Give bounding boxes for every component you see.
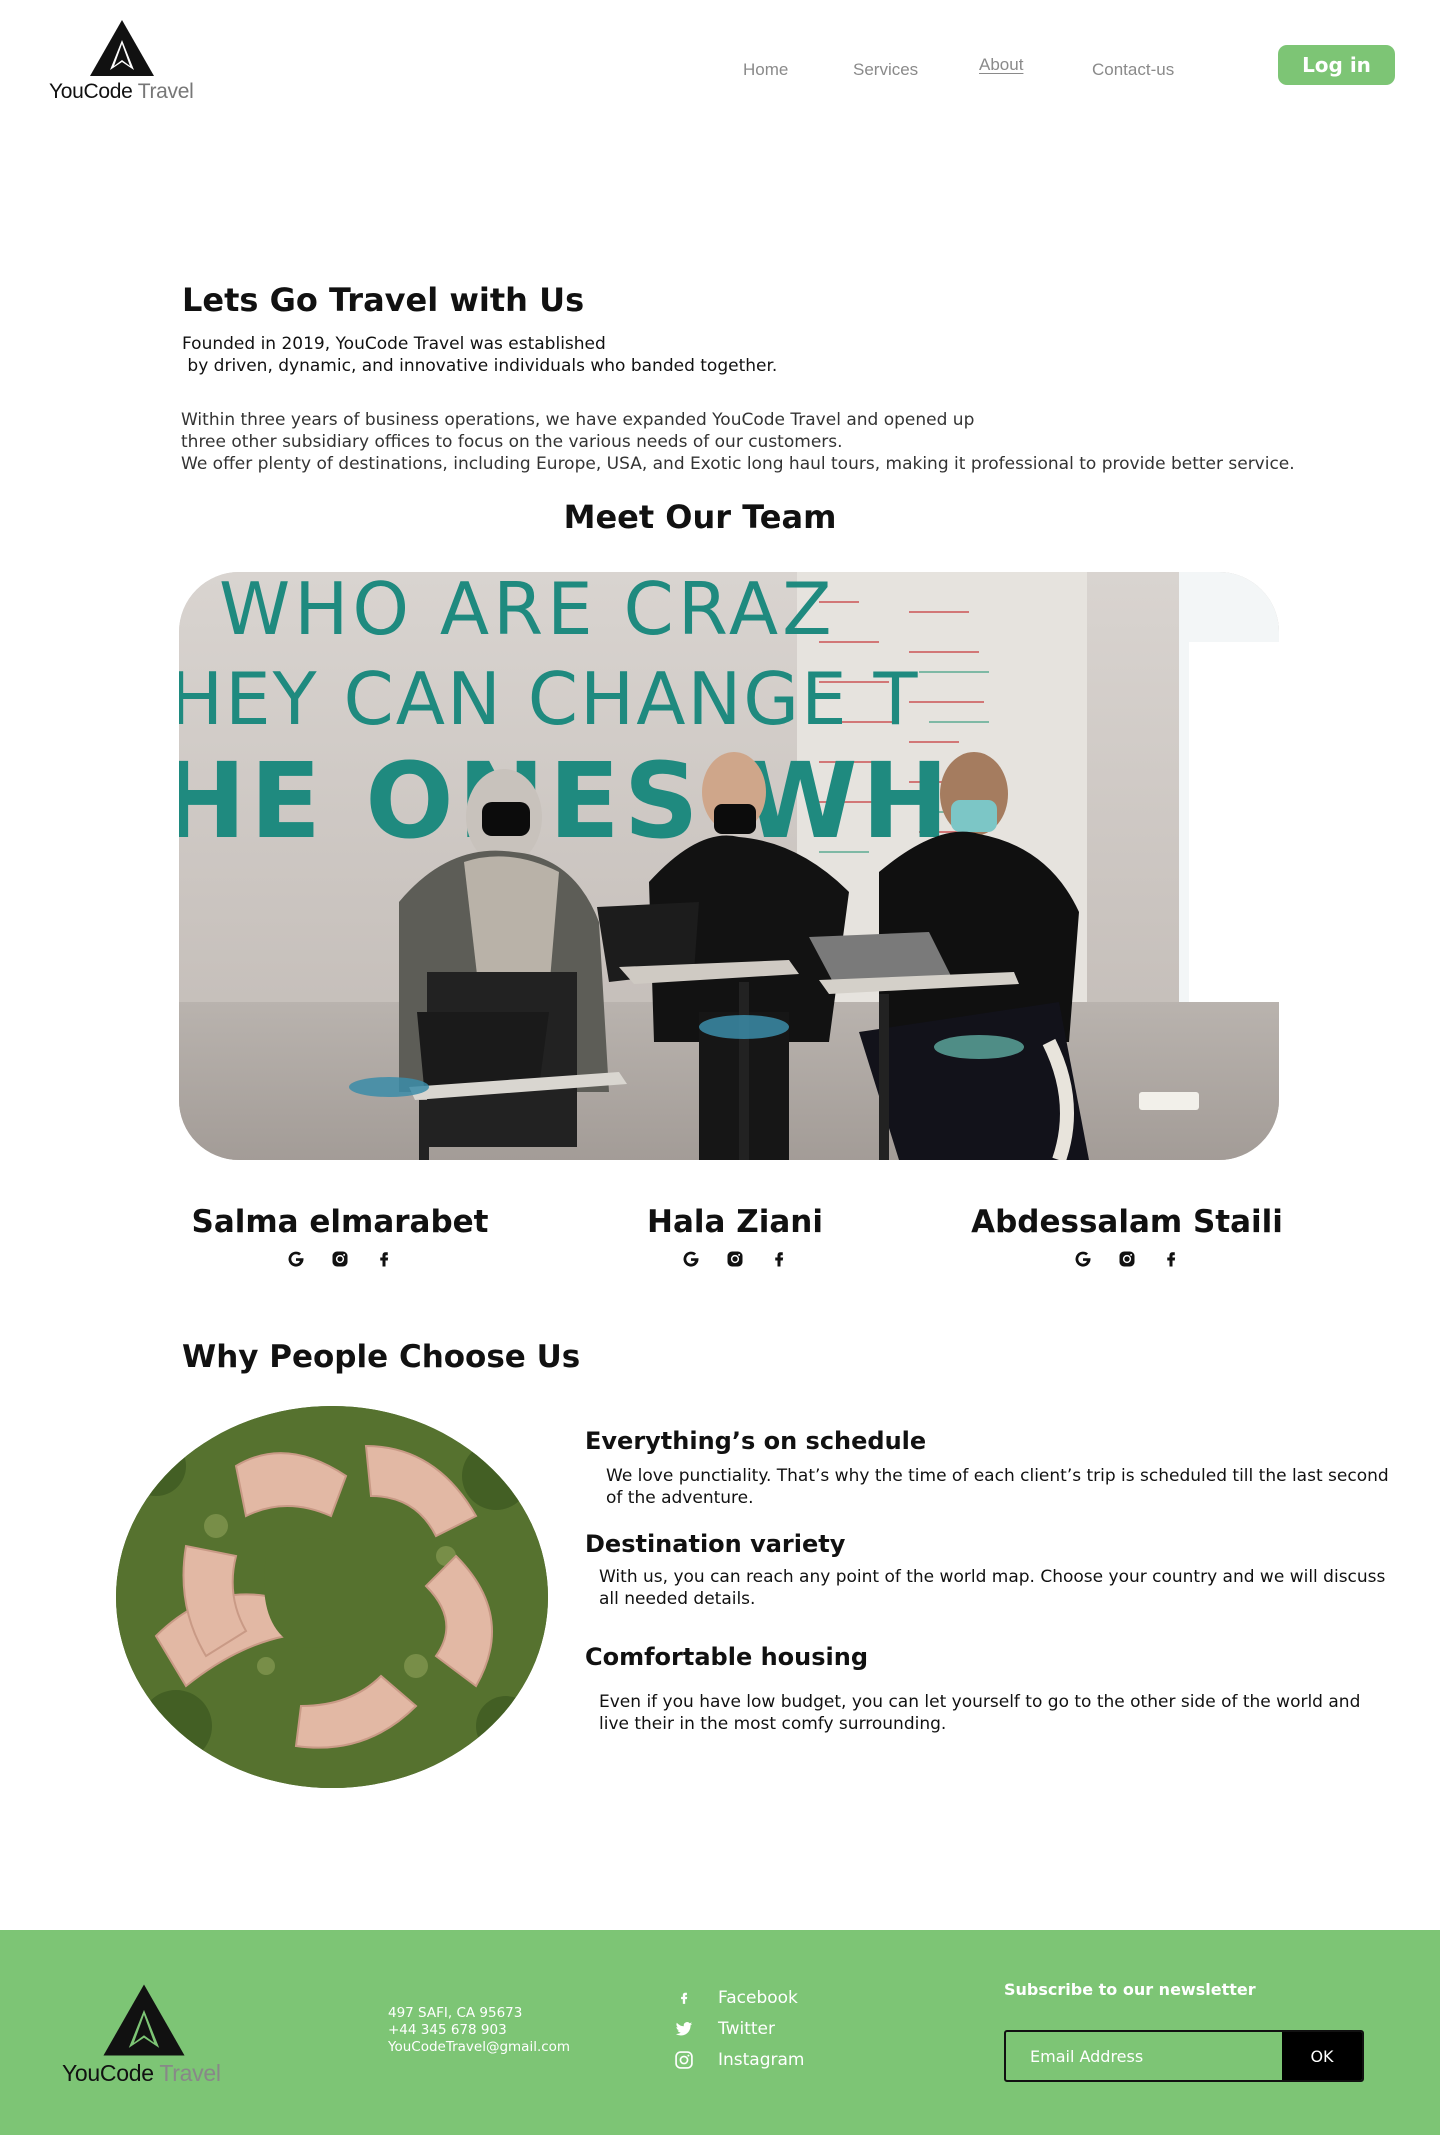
feature-title: Destination variety: [585, 1530, 846, 1558]
instagram-icon[interactable]: [724, 1248, 746, 1270]
footer-email[interactable]: YouCodeTravel@gmail.com: [388, 2039, 570, 2056]
instagram-icon[interactable]: [329, 1248, 351, 1270]
plane-logo-icon: [103, 1984, 185, 2056]
facebook-icon[interactable]: [373, 1248, 395, 1270]
member-socials: [962, 1248, 1292, 1270]
logo-text-primary: YouCode: [62, 2060, 154, 2086]
logo-text-secondary: Travel: [137, 80, 194, 103]
member-name: Abdessalam Staili: [971, 1204, 1283, 1240]
feature-text: We love punctiality. That’s why the time…: [606, 1466, 1389, 1508]
footer-twitter-label: Twitter: [718, 2018, 775, 2039]
facebook-icon[interactable]: [768, 1248, 790, 1270]
hands-circle-image: [116, 1406, 548, 1788]
logo-text-primary: YouCode: [49, 80, 133, 103]
google-icon[interactable]: [285, 1248, 307, 1270]
feature-title: Everything’s on schedule: [585, 1427, 927, 1455]
newsletter-email-input[interactable]: [1006, 2032, 1282, 2080]
instagram-icon[interactable]: [1116, 1248, 1138, 1270]
member-name: Salma elmarabet: [191, 1204, 489, 1240]
footer-twitter-link[interactable]: Twitter: [673, 2013, 805, 2044]
facebook-icon[interactable]: [1160, 1248, 1182, 1270]
wall-text-line-2: HEY CAN CHANGE T: [179, 657, 919, 741]
google-icon[interactable]: [680, 1248, 702, 1270]
nav-home[interactable]: Home: [743, 60, 788, 80]
wall-text-line-3: HE ONES WH: [179, 740, 953, 862]
nav-services[interactable]: Services: [853, 60, 918, 80]
footer-facebook-link[interactable]: Facebook: [673, 1982, 805, 2013]
founded-paragraph: Founded in 2019, YouCode Travel was esta…: [182, 334, 778, 376]
footer-facebook-label: Facebook: [718, 1987, 798, 2008]
why-title: Why People Choose Us: [182, 1339, 581, 1375]
team-member-card: Abdessalam Staili: [962, 1204, 1292, 1270]
feature-text: With us, you can reach any point of the …: [599, 1567, 1386, 1609]
team-title: Meet Our Team: [563, 498, 837, 536]
newsletter-submit-button[interactable]: OK: [1282, 2032, 1362, 2080]
instagram-icon: [673, 2050, 695, 2070]
team-photo: WHO ARE CRAZ HEY CAN CHANGE T HE ONES WH: [179, 572, 1279, 1160]
newsletter-form: OK: [1004, 2030, 1364, 2082]
footer-contact: 497 SAFI, CA 95673 +44 345 678 903 YouCo…: [388, 2005, 570, 2056]
footer-instagram-label: Instagram: [718, 2049, 805, 2070]
newsletter-title: Subscribe to our newsletter: [1004, 1980, 1256, 1999]
feature-title: Comfortable housing: [585, 1643, 869, 1671]
expansion-paragraph: Within three years of business operation…: [181, 410, 1295, 474]
plane-logo-icon: [90, 20, 154, 76]
login-button[interactable]: Log in: [1278, 45, 1395, 85]
about-title: Lets Go Travel with Us: [182, 281, 585, 319]
member-name: Hala Ziani: [647, 1204, 823, 1240]
footer-social-links: Facebook Twitter Instagram: [673, 1982, 805, 2075]
team-member-card: Salma elmarabet: [190, 1204, 490, 1270]
logo-text: YouCode Travel: [49, 80, 194, 104]
footer-logo[interactable]: YouCode Travel: [60, 1982, 235, 2092]
facebook-icon: [673, 1988, 695, 2008]
logo-text-secondary: Travel: [159, 2060, 221, 2086]
footer-logo-text: YouCode Travel: [62, 2060, 221, 2087]
header-logo[interactable]: YouCode Travel: [48, 18, 194, 104]
footer: YouCode Travel 497 SAFI, CA 95673 +44 34…: [0, 1930, 1440, 2135]
footer-instagram-link[interactable]: Instagram: [673, 2044, 805, 2075]
google-icon[interactable]: [1072, 1248, 1094, 1270]
footer-phone: +44 345 678 903: [388, 2022, 507, 2038]
team-member-card: Hala Ziani: [585, 1204, 885, 1270]
wall-text-line-1: WHO ARE CRAZ: [219, 572, 836, 651]
nav-contact[interactable]: Contact-us: [1092, 60, 1174, 80]
twitter-icon: [673, 2020, 695, 2038]
feature-text: Even if you have low budget, you can let…: [599, 1692, 1361, 1734]
nav-about[interactable]: About: [979, 55, 1023, 75]
member-socials: [190, 1248, 490, 1270]
footer-address: 497 SAFI, CA 95673: [388, 2005, 523, 2021]
member-socials: [585, 1248, 885, 1270]
